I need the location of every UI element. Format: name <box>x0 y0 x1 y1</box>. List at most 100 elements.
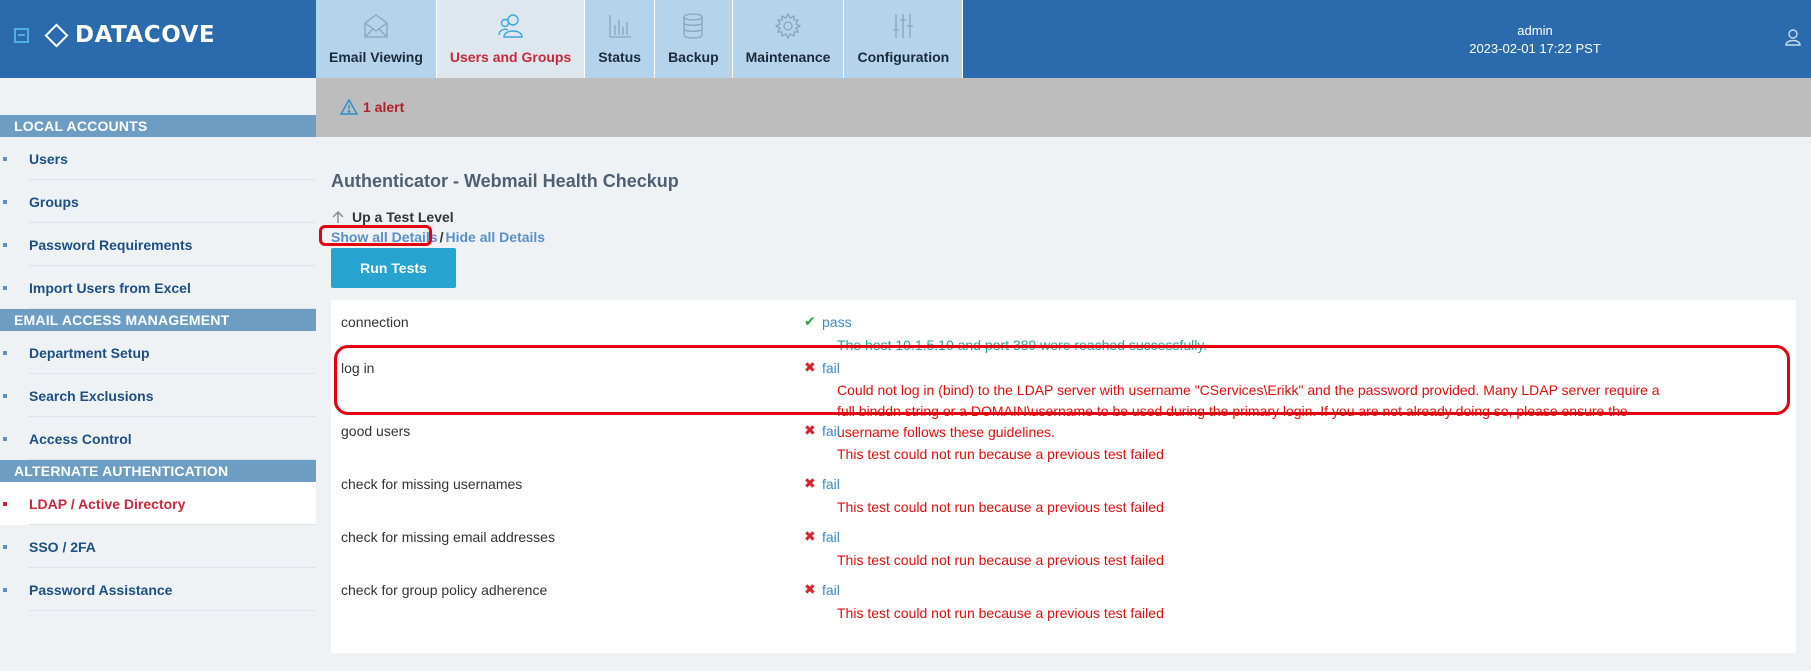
user-info: admin 2023-02-01 17:22 PST <box>1420 22 1650 58</box>
test-name: good users <box>341 423 411 439</box>
tab-label: Users and Groups <box>449 49 572 65</box>
test-name: check for group policy adherence <box>341 582 548 598</box>
sidebar-item-users[interactable]: Users <box>0 137 316 180</box>
test-status[interactable]: ✖ fail <box>804 422 840 439</box>
tab-status[interactable]: Status <box>585 0 656 78</box>
sidebar-header-alternate-auth: ALTERNATE AUTHENTICATION <box>0 460 316 482</box>
sidebar-item-label: SSO / 2FA <box>29 538 96 555</box>
tab-label: Status <box>598 49 642 65</box>
tab-email-viewing[interactable]: Email Viewing <box>316 0 437 78</box>
sidebar-item-department-setup[interactable]: Department Setup <box>0 331 316 374</box>
bullet-icon <box>3 157 7 161</box>
status-label: fail <box>822 581 840 598</box>
sidebar-item-import-users[interactable]: Import Users from Excel <box>0 266 316 309</box>
x-icon: ✖ <box>804 528 816 544</box>
alert-count-link[interactable]: 1 alert <box>363 99 404 115</box>
sidebar-item-search-exclusions[interactable]: Search Exclusions <box>0 374 316 417</box>
test-name: log in <box>341 360 375 376</box>
test-message: This test could not run because a previo… <box>837 499 1164 515</box>
tab-users-and-groups[interactable]: Users and Groups <box>436 0 586 78</box>
user-icon[interactable] <box>1784 28 1802 46</box>
tab-maintenance[interactable]: Maintenance <box>732 0 845 78</box>
test-status[interactable]: ✖ fail <box>804 359 840 376</box>
bar-chart-icon <box>605 11 635 41</box>
sidebar-item-label: Access Control <box>29 430 132 447</box>
main-tabs: Email Viewing Users and Groups Status Ba… <box>316 0 964 78</box>
sidebar: LOCAL ACCOUNTS Users Groups Password Req… <box>0 78 316 671</box>
tab-label: Backup <box>668 49 719 65</box>
sidebar-item-label: Search Exclusions <box>29 387 154 404</box>
test-status[interactable]: ✖ fail <box>804 581 840 598</box>
status-label: fail <box>822 359 840 376</box>
test-status[interactable]: ✔ pass <box>804 313 852 330</box>
test-status[interactable]: ✖ fail <box>804 475 840 492</box>
collapse-icon[interactable] <box>14 28 29 43</box>
sidebar-item-label: Department Setup <box>29 344 150 361</box>
main-content: Authenticator - Webmail Health Checkup U… <box>316 137 1811 671</box>
test-name: check for missing email addresses <box>341 529 555 545</box>
sidebar-item-label: Users <box>29 150 68 167</box>
sidebar-item-ldap[interactable]: LDAP / Active Directory <box>0 482 316 525</box>
sidebar-item-label: Groups <box>29 193 79 210</box>
bullet-icon <box>3 437 7 441</box>
envelope-icon <box>361 11 391 41</box>
bullet-icon <box>3 200 7 204</box>
alert-bar: 1 alert <box>316 78 1811 137</box>
status-label: pass <box>822 313 852 330</box>
gear-icon <box>773 11 803 41</box>
check-icon: ✔ <box>804 313 816 329</box>
tab-backup[interactable]: Backup <box>655 0 733 78</box>
sidebar-header-email-access: EMAIL ACCESS MANAGEMENT <box>0 309 316 331</box>
status-label: fail <box>822 475 840 492</box>
up-a-test-level-link[interactable]: Up a Test Level <box>331 209 454 225</box>
users-icon <box>496 11 526 41</box>
warning-icon <box>339 98 359 115</box>
top-bar: DATACOVE Email Viewing Users and Groups … <box>0 0 1811 78</box>
page-title: Authenticator - Webmail Health Checkup <box>331 171 679 191</box>
x-icon: ✖ <box>804 422 816 438</box>
x-icon: ✖ <box>804 581 816 597</box>
sidebar-item-access-control[interactable]: Access Control <box>0 417 316 460</box>
test-status[interactable]: ✖ fail <box>804 528 840 545</box>
current-datetime: 2023-02-01 17:22 PST <box>1469 41 1601 56</box>
status-label: fail <box>822 422 840 439</box>
up-level-label: Up a Test Level <box>352 209 454 225</box>
logo-diamond-icon <box>44 22 69 48</box>
x-icon: ✖ <box>804 475 816 491</box>
bullet-icon <box>3 243 7 247</box>
logo-text: DATACOVE <box>75 22 216 48</box>
test-name: check for missing usernames <box>341 476 523 492</box>
separator: / <box>439 229 444 245</box>
test-message: This test could not run because a previo… <box>837 446 1164 462</box>
hide-all-details-link[interactable]: Hide all Details <box>445 229 545 245</box>
database-icon <box>678 11 708 41</box>
test-message: This test could not run because a previo… <box>837 552 1164 568</box>
sidebar-header-local-accounts: LOCAL ACCOUNTS <box>0 115 316 137</box>
test-message: Could not log in (bind) to the LDAP serv… <box>837 382 1660 440</box>
sidebar-item-password-assistance[interactable]: Password Assistance <box>0 568 316 611</box>
sidebar-item-label: Import Users from Excel <box>29 279 191 296</box>
bullet-icon <box>3 351 7 355</box>
bullet-icon <box>3 502 7 506</box>
run-tests-button[interactable]: Run Tests <box>331 248 456 288</box>
tab-label: Email Viewing <box>329 49 423 65</box>
test-message: The host 10.1.5.10 and port 389 were rea… <box>837 337 1208 353</box>
test-message: This test could not run because a previo… <box>837 605 1164 621</box>
sidebar-item-password-requirements[interactable]: Password Requirements <box>0 223 316 266</box>
tab-configuration[interactable]: Configuration <box>844 0 964 78</box>
sidebar-item-label: Password Assistance <box>29 581 173 598</box>
show-all-details-link[interactable]: Show all Details <box>331 229 438 245</box>
sidebar-item-sso-2fa[interactable]: SSO / 2FA <box>0 525 316 568</box>
bullet-icon <box>3 286 7 290</box>
tab-label: Configuration <box>857 49 950 65</box>
logo[interactable]: DATACOVE <box>44 22 216 48</box>
bullet-icon <box>3 545 7 549</box>
bullet-icon <box>3 394 7 398</box>
sidebar-item-groups[interactable]: Groups <box>0 180 316 223</box>
bullet-icon <box>3 588 7 592</box>
test-results-table: connection ✔ pass The host 10.1.5.10 and … <box>331 300 1796 653</box>
details-toggle: Show all Details / Hide all Details <box>319 225 545 246</box>
sliders-icon <box>888 11 918 41</box>
arrow-up-icon <box>332 211 344 223</box>
sidebar-item-label: Password Requirements <box>29 236 193 253</box>
